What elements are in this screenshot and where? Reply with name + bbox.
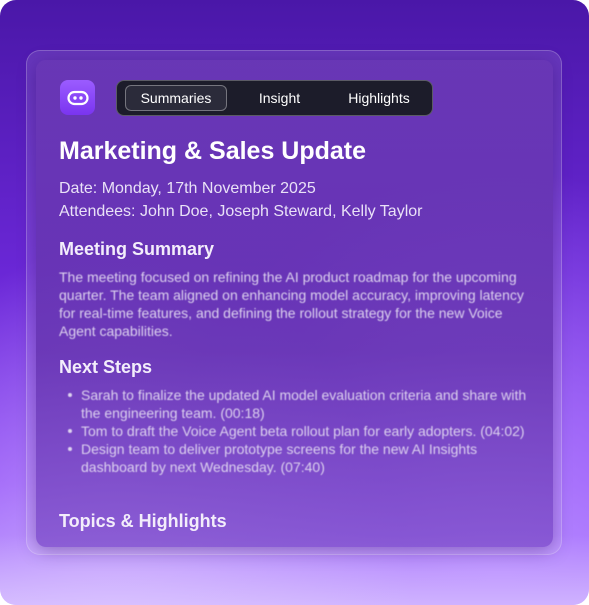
next-steps-heading: Next Steps: [59, 357, 153, 377]
topics-heading: Topics & Highlights: [59, 511, 227, 531]
meeting-date: Date: Monday, 17th November 2025: [59, 180, 316, 197]
tab-summaries[interactable]: Summaries: [125, 85, 227, 111]
list-item: Tom to draft the Voice Agent beta rollou…: [66, 422, 536, 440]
summary-text: The meeting focused on refining the AI p…: [59, 269, 524, 339]
next-steps-list: Sarah to finalize the updated AI model e…: [66, 386, 536, 476]
tab-insight[interactable]: Insight: [242, 85, 317, 111]
tab-bar: Summaries Insight Highlights: [116, 80, 433, 116]
page-title: Marketing & Sales Update: [59, 137, 367, 165]
robot-icon[interactable]: [60, 80, 95, 115]
tab-highlights[interactable]: Highlights: [332, 85, 426, 111]
meeting-attendees: Attendees: John Doe, Joseph Steward, Kel…: [59, 203, 423, 220]
list-item: Design team to deliver prototype screens…: [66, 440, 536, 476]
summary-heading: Meeting Summary: [59, 239, 215, 259]
list-item: Sarah to finalize the updated AI model e…: [66, 386, 536, 422]
